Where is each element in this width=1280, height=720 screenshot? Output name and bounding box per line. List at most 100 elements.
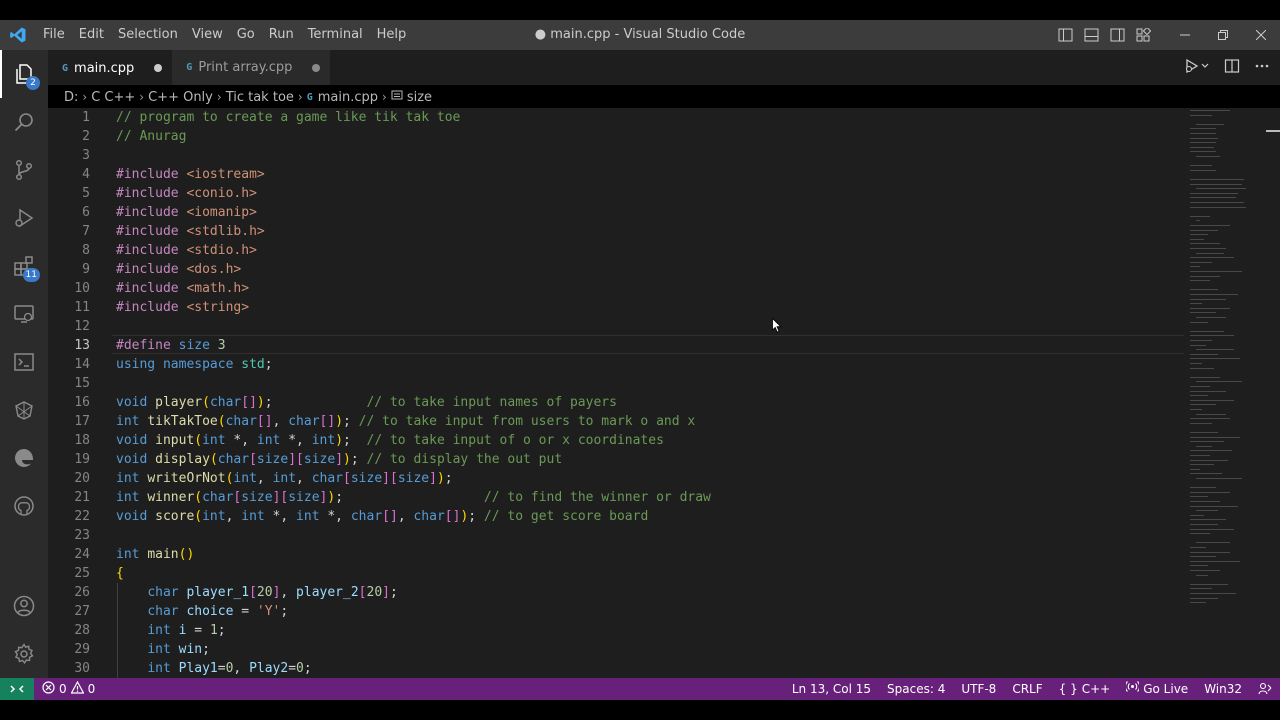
minimap-line [1190, 399, 1234, 401]
tab-main-cpp[interactable]: G main.cpp [48, 50, 173, 85]
minimap-scroll-indicator[interactable] [1266, 130, 1280, 132]
minimap-line [1190, 229, 1218, 231]
minimap-line [1190, 165, 1212, 167]
problems-indicator[interactable]: 0 0 [34, 680, 95, 697]
minimap-line [1190, 202, 1244, 203]
language-mode[interactable]: { } C++ [1051, 678, 1119, 700]
toggle-secondary-sidebar-icon[interactable] [1104, 20, 1130, 50]
code-editor[interactable]: 1// program to create a game like tik ta… [48, 108, 1184, 678]
accounts-icon[interactable] [0, 582, 48, 630]
menu-terminal[interactable]: Terminal [301, 20, 370, 50]
minimap-line [1190, 376, 1220, 378]
breadcrumb-folder[interactable]: C++ Only [148, 90, 213, 105]
run-code-icon[interactable] [1184, 58, 1210, 78]
breadcrumb-drive[interactable]: D: [64, 90, 78, 105]
go-live-button[interactable]: Go Live [1118, 678, 1196, 700]
minimap-line [1196, 349, 1234, 351]
settings-gear-icon[interactable] [0, 630, 48, 678]
toggle-panel-icon[interactable] [1078, 20, 1104, 50]
customize-layout-icon[interactable] [1130, 20, 1156, 50]
search-icon[interactable] [0, 98, 48, 146]
end-of-line[interactable]: CRLF [1004, 678, 1050, 700]
unsaved-dot-icon[interactable] [312, 63, 321, 72]
minimap-line [1190, 386, 1210, 387]
output-panel-icon[interactable] [0, 338, 48, 386]
run-debug-icon[interactable] [0, 194, 48, 242]
more-actions-icon[interactable] [1254, 58, 1270, 78]
unsaved-dot-icon[interactable] [154, 64, 163, 72]
source-control-icon[interactable] [0, 146, 48, 194]
minimap-line [1190, 464, 1214, 466]
docker-icon[interactable] [0, 386, 48, 434]
extensions-icon[interactable]: 11 [0, 242, 48, 290]
minimap-line [1190, 409, 1202, 410]
minimap-line [1196, 123, 1224, 125]
menu-go[interactable]: Go [230, 20, 262, 50]
minimap-line [1190, 363, 1202, 364]
explorer-icon[interactable]: 2 [0, 50, 48, 98]
minimap-line [1190, 418, 1230, 420]
breadcrumb-symbol[interactable]: size [407, 90, 432, 105]
minimap-line [1190, 257, 1234, 259]
chevron-right-icon: › [297, 90, 303, 104]
menu-file[interactable]: File [36, 20, 72, 50]
menu-run[interactable]: Run [262, 20, 301, 50]
broadcast-icon [1125, 678, 1141, 700]
tab-label: Print array.cpp [198, 60, 293, 75]
minimap-line [1196, 574, 1208, 576]
github-icon[interactable] [0, 482, 48, 530]
tab-label: main.cpp [74, 60, 135, 76]
minimap-line [1190, 602, 1206, 604]
editor-actions [1184, 50, 1270, 85]
minimap-line [1190, 344, 1206, 346]
menu-selection[interactable]: Selection [111, 20, 185, 50]
menu-help[interactable]: Help [370, 20, 414, 50]
menu-view[interactable]: View [185, 20, 230, 50]
close-icon[interactable] [1242, 20, 1280, 50]
minimap-line [1190, 455, 1210, 456]
breadcrumb-folder[interactable]: Tic tak toe [226, 90, 294, 105]
toggle-primary-sidebar-icon[interactable] [1052, 20, 1078, 50]
editor-tab-bar: G main.cpp G Print array.cpp [48, 50, 1280, 85]
menu-edit[interactable]: Edit [72, 20, 111, 50]
current-line-highlight [112, 335, 1184, 354]
minimap-line [1190, 169, 1216, 171]
platform[interactable]: Win32 [1196, 678, 1250, 700]
minimap-line [1190, 422, 1212, 424]
minimap-line [1190, 280, 1210, 282]
title-controls [1052, 20, 1280, 50]
minimap-line [1190, 312, 1216, 314]
breadcrumb-file[interactable]: main.cpp [318, 90, 378, 105]
minimap-line [1190, 133, 1216, 134]
mouse-pointer-icon [772, 317, 782, 337]
minimap-line [1190, 404, 1216, 406]
edge-browser-icon[interactable] [0, 434, 48, 482]
cursor-position[interactable]: Ln 13, Col 15 [784, 678, 879, 700]
letterbox-bottom [0, 700, 1280, 720]
restore-icon[interactable] [1204, 20, 1242, 50]
minimap-line [1190, 514, 1204, 516]
split-editor-icon[interactable] [1224, 58, 1240, 78]
tab-print-array-cpp[interactable]: G Print array.cpp [172, 50, 331, 85]
minimap-line [1190, 528, 1234, 530]
minimize-icon[interactable] [1166, 20, 1204, 50]
chevron-right-icon: › [216, 90, 222, 104]
minimap-line [1190, 114, 1212, 116]
remote-indicator-icon[interactable] [0, 678, 34, 700]
minimap-line [1190, 206, 1246, 208]
indentation[interactable]: Spaces: 4 [879, 678, 953, 700]
minimap-line [1190, 468, 1200, 470]
minimap-line [1190, 294, 1238, 295]
braces-icon: { } [1058, 682, 1078, 696]
minimap-line [1190, 496, 1208, 498]
feedback-icon[interactable] [1250, 678, 1280, 700]
minimap[interactable] [1184, 108, 1280, 678]
breadcrumb: D: › C C++ › C++ Only › Tic tak toe › G … [64, 86, 432, 108]
minimap-line [1196, 156, 1220, 157]
breadcrumb-folder[interactable]: C C++ [91, 90, 135, 105]
minimap-line [1190, 551, 1230, 553]
minimap-line [1190, 243, 1220, 245]
status-right-items: Ln 13, Col 15 Spaces: 4 UTF-8 CRLF { } C… [784, 678, 1280, 700]
encoding[interactable]: UTF-8 [953, 678, 1004, 700]
remote-explorer-icon[interactable] [0, 290, 48, 338]
